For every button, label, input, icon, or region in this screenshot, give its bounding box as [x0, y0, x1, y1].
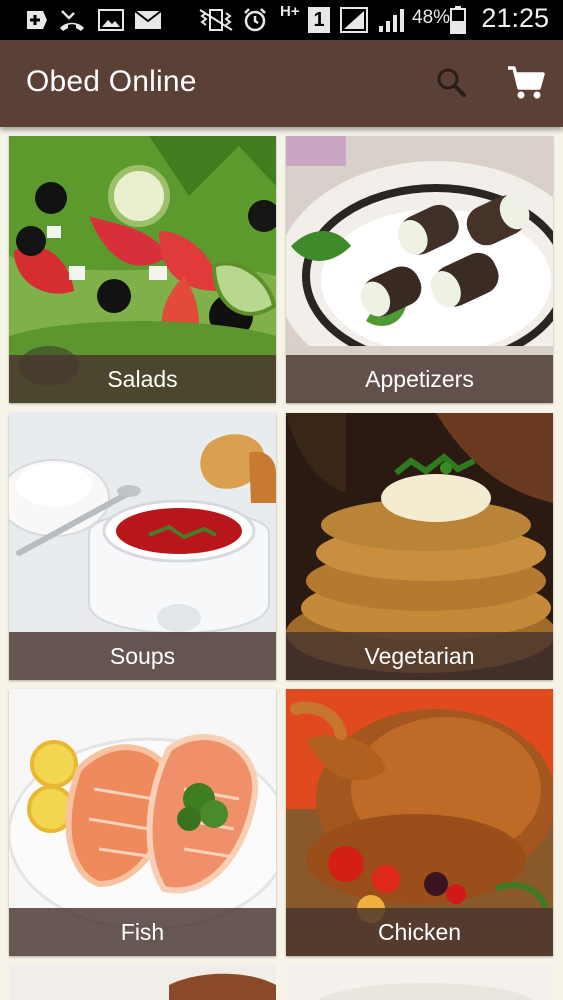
category-tile-chicken[interactable]: Chicken: [286, 689, 553, 956]
cart-button[interactable]: [505, 62, 547, 104]
status-bar: H+ 1 48% 21:25: [0, 0, 563, 40]
category-label: Soups: [9, 632, 276, 680]
app-title: Obed Online: [26, 65, 197, 98]
alarm-icon: [242, 6, 268, 34]
search-button[interactable]: [432, 64, 470, 102]
category-tile-partial[interactable]: [9, 965, 276, 1000]
vibrate-icon: [198, 6, 234, 34]
mail-icon: [134, 6, 162, 34]
category-label: Vegetarian: [286, 632, 553, 680]
image-icon: [98, 6, 124, 34]
category-tile-partial[interactable]: [286, 965, 553, 1000]
signal-icon: [340, 6, 368, 34]
category-tile-appetizers[interactable]: Appetizers: [286, 136, 553, 403]
category-label: Appetizers: [286, 355, 553, 403]
battery-percent: 48%: [412, 7, 451, 28]
cart-icon: [508, 66, 545, 99]
signal-bars-icon: [378, 6, 406, 34]
add-icon: [22, 6, 48, 34]
clock: 21:25: [481, 3, 549, 33]
category-label: Salads: [9, 355, 276, 403]
sim-slot: 1: [308, 7, 330, 33]
category-label: Fish: [9, 908, 276, 956]
battery-icon: [450, 6, 466, 34]
category-tile-salads[interactable]: Salads: [9, 136, 276, 403]
partial-image: [9, 965, 276, 1000]
missed-call-icon: [58, 6, 86, 34]
category-tile-vegetarian[interactable]: Vegetarian: [286, 413, 553, 680]
network-type: H+: [280, 3, 300, 20]
category-label: Chicken: [286, 908, 553, 956]
category-grid: Salads Appetizers Soups Vegetarian Fish …: [0, 127, 563, 1000]
category-tile-fish[interactable]: Fish: [9, 689, 276, 956]
category-tile-soups[interactable]: Soups: [9, 413, 276, 680]
app-bar: Obed Online: [0, 40, 563, 127]
search-icon: [437, 68, 466, 97]
partial-image: [286, 965, 553, 1000]
